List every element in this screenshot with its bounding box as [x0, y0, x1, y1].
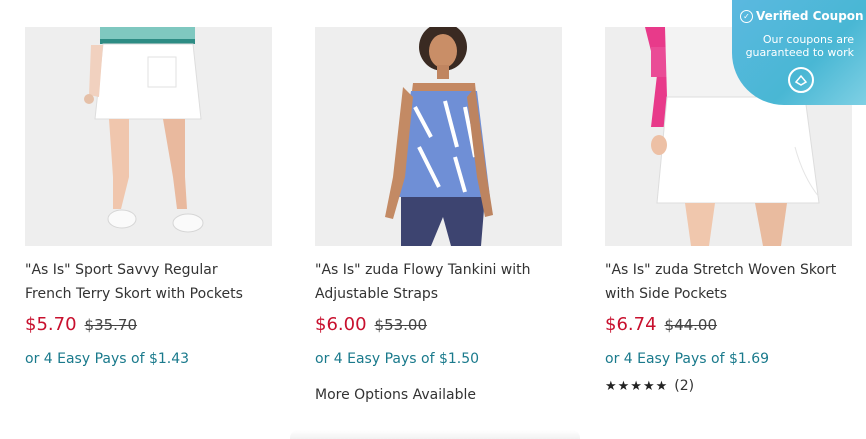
more-options-link[interactable]: More Options Available [315, 387, 562, 403]
sale-price: $6.74 [605, 314, 657, 335]
product-image[interactable] [25, 27, 272, 246]
easy-pays-link[interactable]: or 4 Easy Pays of $1.50 [315, 351, 562, 367]
product-image[interactable] [315, 27, 562, 246]
price-block: $5.70 $35.70 [25, 314, 272, 340]
product-title[interactable]: "As Is" zuda Stretch Woven Skort with Si… [605, 258, 852, 306]
sale-price: $6.00 [315, 314, 367, 335]
coupon-subtext: Our coupons are guaranteed to work [745, 33, 854, 59]
original-price: $44.00 [664, 316, 718, 334]
coupon-heading: ✓ Verified Coupon [740, 9, 864, 23]
product-photo [25, 27, 272, 246]
original-price: $35.70 [84, 316, 138, 334]
original-price: $53.00 [374, 316, 428, 334]
coupon-logo-icon [788, 67, 814, 93]
price-block: $6.74 $44.00 [605, 314, 852, 340]
footer-divider [290, 430, 580, 439]
product-title[interactable]: "As Is" Sport Savvy Regular French Terry… [25, 258, 272, 306]
review-count: (2) [674, 378, 695, 394]
sale-price: $5.70 [25, 314, 77, 335]
rating-block[interactable]: ★★★★★ (2) [605, 378, 852, 394]
easy-pays-link[interactable]: or 4 Easy Pays of $1.69 [605, 351, 852, 367]
star-rating-icon: ★★★★★ [605, 379, 669, 394]
verified-coupon-badge[interactable]: ✓ Verified Coupon Our coupons are guarant… [732, 0, 866, 105]
product-photo [315, 27, 562, 246]
check-icon: ✓ [740, 10, 753, 23]
product-card[interactable]: "As Is" zuda Flowy Tankini with Adjustab… [315, 27, 562, 403]
product-card[interactable]: "As Is" Sport Savvy Regular French Terry… [25, 27, 272, 367]
easy-pays-link[interactable]: or 4 Easy Pays of $1.43 [25, 351, 272, 367]
price-block: $6.00 $53.00 [315, 314, 562, 340]
product-title[interactable]: "As Is" zuda Flowy Tankini with Adjustab… [315, 258, 562, 306]
